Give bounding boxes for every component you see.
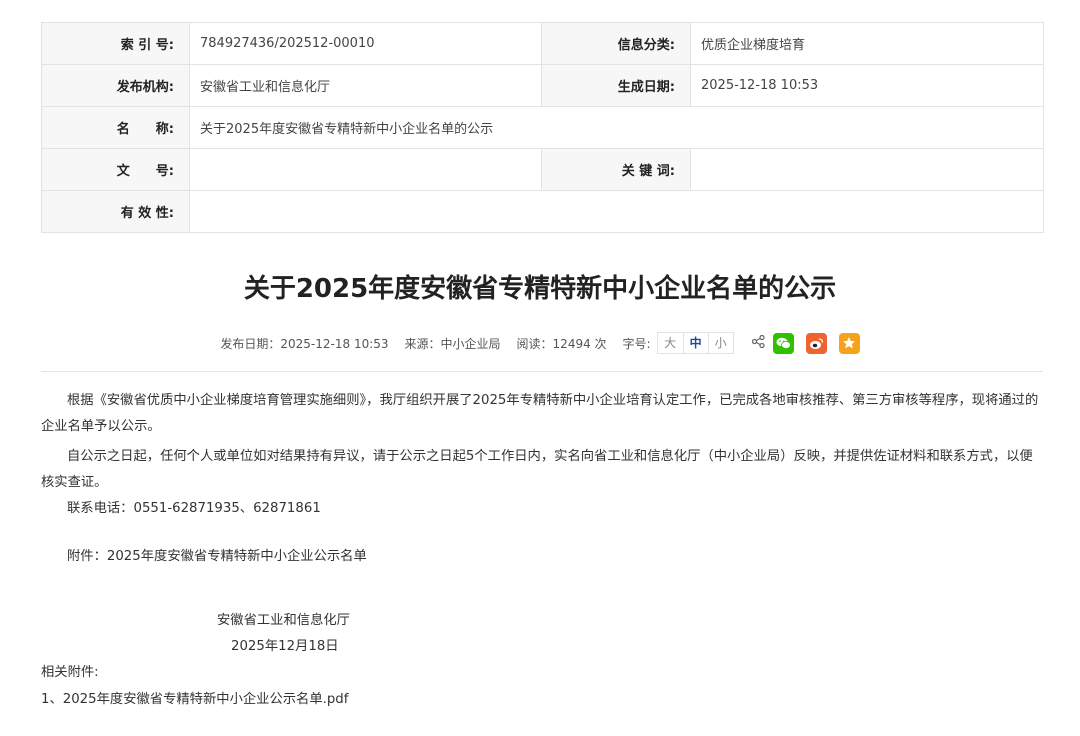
article-source: 来源：中小企业局	[404, 336, 501, 351]
share-icon[interactable]	[751, 334, 765, 352]
date-label: 生成日期:	[541, 64, 691, 107]
keyword-value	[690, 148, 1044, 191]
read-count: 阅读：12494 次	[516, 336, 607, 351]
index-label: 索 引 号:	[41, 22, 190, 65]
date-value: 2025-12-18 10:53	[690, 64, 1044, 107]
font-size-small-button[interactable]: 小	[707, 333, 733, 353]
info-meta-table: 索 引 号: 784927436/202512-00010 信息分类: 优质企业…	[41, 22, 1044, 233]
content-divider	[41, 371, 1043, 372]
font-size-label: 字号:	[622, 336, 651, 351]
contact-phone: 联系电话：0551-62871935、62871861	[67, 501, 321, 516]
meta-row-index: 索 引 号: 784927436/202512-00010 信息分类: 优质企业…	[41, 22, 1044, 65]
meta-row-name: 名 称: 关于2025年度安徽省专精特新中小企业名单的公示	[41, 106, 1044, 149]
favorite-icon[interactable]	[838, 332, 860, 354]
publish-date: 发布日期：2025-12-18 10:53	[220, 336, 389, 351]
publisher-label: 发布机构:	[41, 64, 190, 107]
docno-value	[189, 148, 542, 191]
name-value: 关于2025年度安徽省专精特新中小企业名单的公示	[189, 106, 1044, 149]
meta-row-validity: 有 效 性:	[41, 190, 1044, 233]
wechat-icon[interactable]	[772, 332, 794, 354]
name-label: 名 称:	[41, 106, 190, 149]
index-value: 784927436/202512-00010	[189, 22, 542, 65]
meta-row-docno: 文 号: 关 键 词:	[41, 148, 1044, 191]
docno-label: 文 号:	[41, 148, 190, 191]
paragraph-1: 根据《安徽省优质中小企业梯度培育管理实施细则》，我厅组织开展了2025年专精特新…	[41, 393, 1039, 434]
validity-label: 有 效 性:	[41, 190, 190, 233]
weibo-icon[interactable]	[805, 332, 827, 354]
font-size-large-button[interactable]: 大	[658, 333, 683, 353]
font-size-switcher: 大 中 小	[656, 332, 734, 354]
article-info-bar: 发布日期：2025-12-18 10:53 来源：中小企业局 阅读：12494 …	[0, 332, 1080, 354]
paragraph-2: 自公示之日起，任何个人或单位如对结果持有异议，请于公示之日起5个工作日内，实名向…	[41, 449, 1033, 490]
category-label: 信息分类:	[541, 22, 691, 65]
article-body: 根据《安徽省优质中小企业梯度培育管理实施细则》，我厅组织开展了2025年专精特新…	[41, 388, 1045, 570]
meta-row-publisher: 发布机构: 安徽省工业和信息化厅 生成日期: 2025-12-18 10:53	[41, 64, 1044, 107]
publisher-value: 安徽省工业和信息化厅	[189, 64, 542, 107]
article-title: 关于2025年度安徽省专精特新中小企业名单的公示	[243, 274, 837, 304]
validity-value	[189, 190, 1044, 233]
font-size-medium-button[interactable]: 中	[682, 333, 708, 353]
attachment-note: 附件：2025年度安徽省专精特新中小企业公示名单	[67, 549, 367, 564]
related-attachments-label: 相关附件:	[41, 665, 99, 680]
category-value: 优质企业梯度培育	[690, 22, 1044, 65]
signature-date: 2025年12月18日	[231, 639, 339, 654]
related-attachment-link[interactable]: 1、2025年度安徽省专精特新中小企业公示名单.pdf	[41, 688, 348, 707]
keyword-label: 关 键 词:	[541, 148, 691, 191]
signature-org: 安徽省工业和信息化厅	[217, 613, 350, 628]
